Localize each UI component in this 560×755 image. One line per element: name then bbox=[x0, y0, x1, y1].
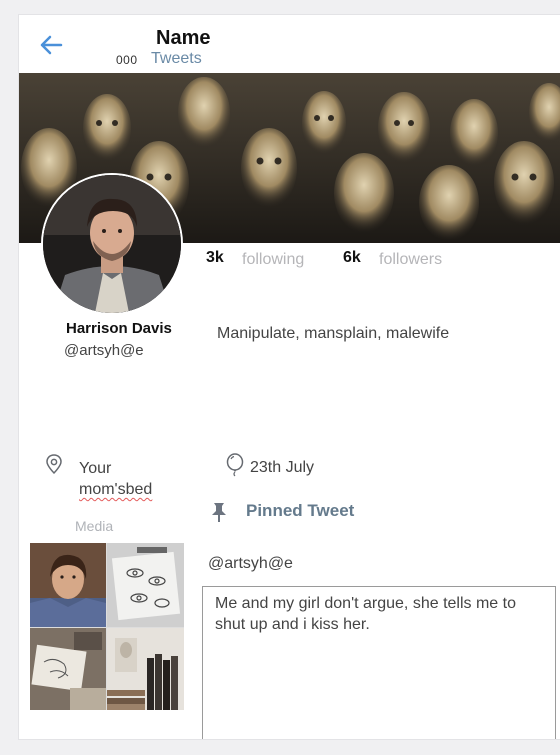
media-thumb-portrait[interactable] bbox=[30, 543, 106, 627]
media-thumb-desk[interactable] bbox=[30, 628, 106, 710]
media-label[interactable]: Media bbox=[75, 518, 113, 534]
tweet-handle[interactable]: @artsyh@e bbox=[208, 555, 293, 573]
location-line-2: mom'sbed bbox=[79, 481, 153, 498]
media-thumb-sketches[interactable] bbox=[107, 543, 184, 627]
profile-handle: @artsyh@e bbox=[64, 342, 144, 359]
location-text: Your mom'sbed bbox=[79, 458, 179, 500]
tweets-label: Tweets bbox=[151, 50, 202, 67]
following-label[interactable]: following bbox=[242, 251, 304, 269]
media-thumb-books[interactable] bbox=[107, 628, 184, 710]
profile-bio: Manipulate, mansplain, malewife bbox=[217, 325, 450, 342]
pinned-tweet[interactable]: Me and my girl don't argue, she tells me… bbox=[202, 586, 556, 739]
pushpin-icon bbox=[209, 501, 229, 523]
location-line-1: Your bbox=[79, 460, 112, 477]
following-count[interactable]: 3k bbox=[206, 249, 224, 267]
followers-count[interactable]: 6k bbox=[343, 249, 361, 267]
balloon-icon bbox=[225, 453, 245, 477]
back-arrow-icon bbox=[40, 35, 63, 55]
tweet-text: Me and my girl don't argue, she tells me… bbox=[215, 595, 516, 633]
media-grid bbox=[30, 543, 184, 710]
avatar[interactable] bbox=[41, 173, 183, 315]
pinned-tweet-label: Pinned Tweet bbox=[246, 501, 355, 520]
tweet-count: 000 bbox=[116, 53, 138, 67]
birthday-text: 23th July bbox=[250, 459, 315, 476]
display-name: Harrison Davis bbox=[66, 320, 172, 337]
page-title: Name bbox=[156, 27, 211, 49]
back-button[interactable] bbox=[37, 33, 65, 57]
location-pin-icon bbox=[44, 453, 64, 475]
profile-card: Name 000 Tweets 3k following 6k follower… bbox=[18, 14, 560, 740]
followers-label[interactable]: followers bbox=[379, 251, 442, 269]
